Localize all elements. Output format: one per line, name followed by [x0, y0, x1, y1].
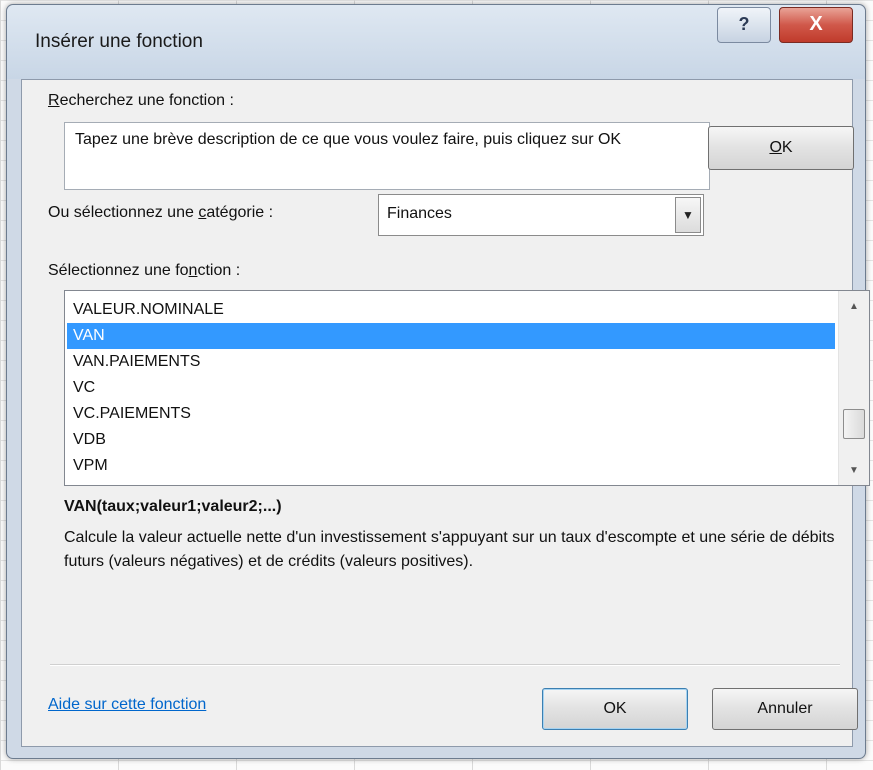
scroll-up-icon[interactable]: ▲ [839, 295, 869, 319]
cancel-button[interactable]: Annuler [712, 688, 858, 730]
close-button[interactable]: X [779, 7, 853, 43]
category-value: Finances [387, 205, 452, 222]
search-input[interactable]: Tapez une brève description de ce que vo… [64, 122, 710, 190]
list-item-selected[interactable]: VAN [67, 323, 835, 349]
function-listbox[interactable]: VALEUR.NOMINALE VAN VAN.PAIEMENTS VC VC.… [64, 290, 870, 486]
title-bar: Insérer une fonction ? X [7, 5, 865, 79]
list-item[interactable]: VAN.PAIEMENTS [67, 349, 835, 375]
dialog-title: Insérer une fonction [35, 31, 203, 52]
vertical-scrollbar[interactable]: ▲ ▼ [838, 291, 869, 485]
question-mark-icon: ? [738, 14, 750, 34]
function-signature: VAN(taux;valeur1;valeur2;...) [64, 498, 282, 515]
insert-function-dialog: Insérer une fonction ? X Recherchez une … [6, 4, 870, 759]
category-label: Ou sélectionnez une catégorie : [48, 204, 274, 221]
function-list-label: Sélectionnez une fonction : [48, 262, 241, 279]
list-item[interactable]: VC [67, 375, 835, 401]
help-link[interactable]: Aide sur cette fonction [48, 696, 206, 714]
ok-button[interactable]: OK [542, 688, 688, 730]
category-select[interactable]: Finances ▼ [378, 194, 704, 236]
list-item[interactable]: VDB [67, 427, 835, 453]
separator [50, 664, 840, 666]
list-item[interactable]: VALEUR.NOMINALE [67, 297, 835, 323]
dropdown-arrow-button[interactable]: ▼ [675, 197, 701, 233]
search-label: Recherchez une fonction : [48, 92, 234, 109]
help-button[interactable]: ? [717, 7, 771, 43]
close-icon: X [809, 13, 823, 35]
scroll-down-icon[interactable]: ▼ [839, 459, 869, 483]
chevron-down-icon: ▼ [682, 208, 694, 222]
scroll-thumb[interactable] [843, 409, 865, 439]
dialog-body: Recherchez une fonction : Tapez une brèv… [21, 79, 870, 747]
function-description: Calcule la valeur actuelle nette d'un in… [64, 529, 835, 570]
search-ok-button[interactable]: OK [708, 126, 854, 170]
list-item[interactable]: VC.PAIEMENTS [67, 401, 835, 427]
function-items: VALEUR.NOMINALE VAN VAN.PAIEMENTS VC VC.… [65, 297, 835, 479]
list-item[interactable]: VPM [67, 453, 835, 479]
